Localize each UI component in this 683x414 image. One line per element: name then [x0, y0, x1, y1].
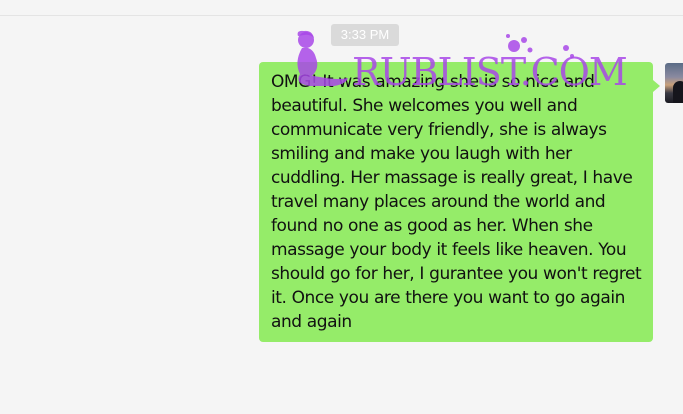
message-bubble[interactable]: OMG! It was amazing she is so nice and b… [259, 62, 653, 342]
top-divider [0, 15, 683, 16]
avatar[interactable] [665, 63, 683, 103]
message-text: OMG! It was amazing she is so nice and b… [271, 72, 642, 332]
bubble-tail [653, 80, 660, 92]
message-timestamp: 3:33 PM [331, 24, 399, 46]
avatar-figure [673, 81, 683, 103]
